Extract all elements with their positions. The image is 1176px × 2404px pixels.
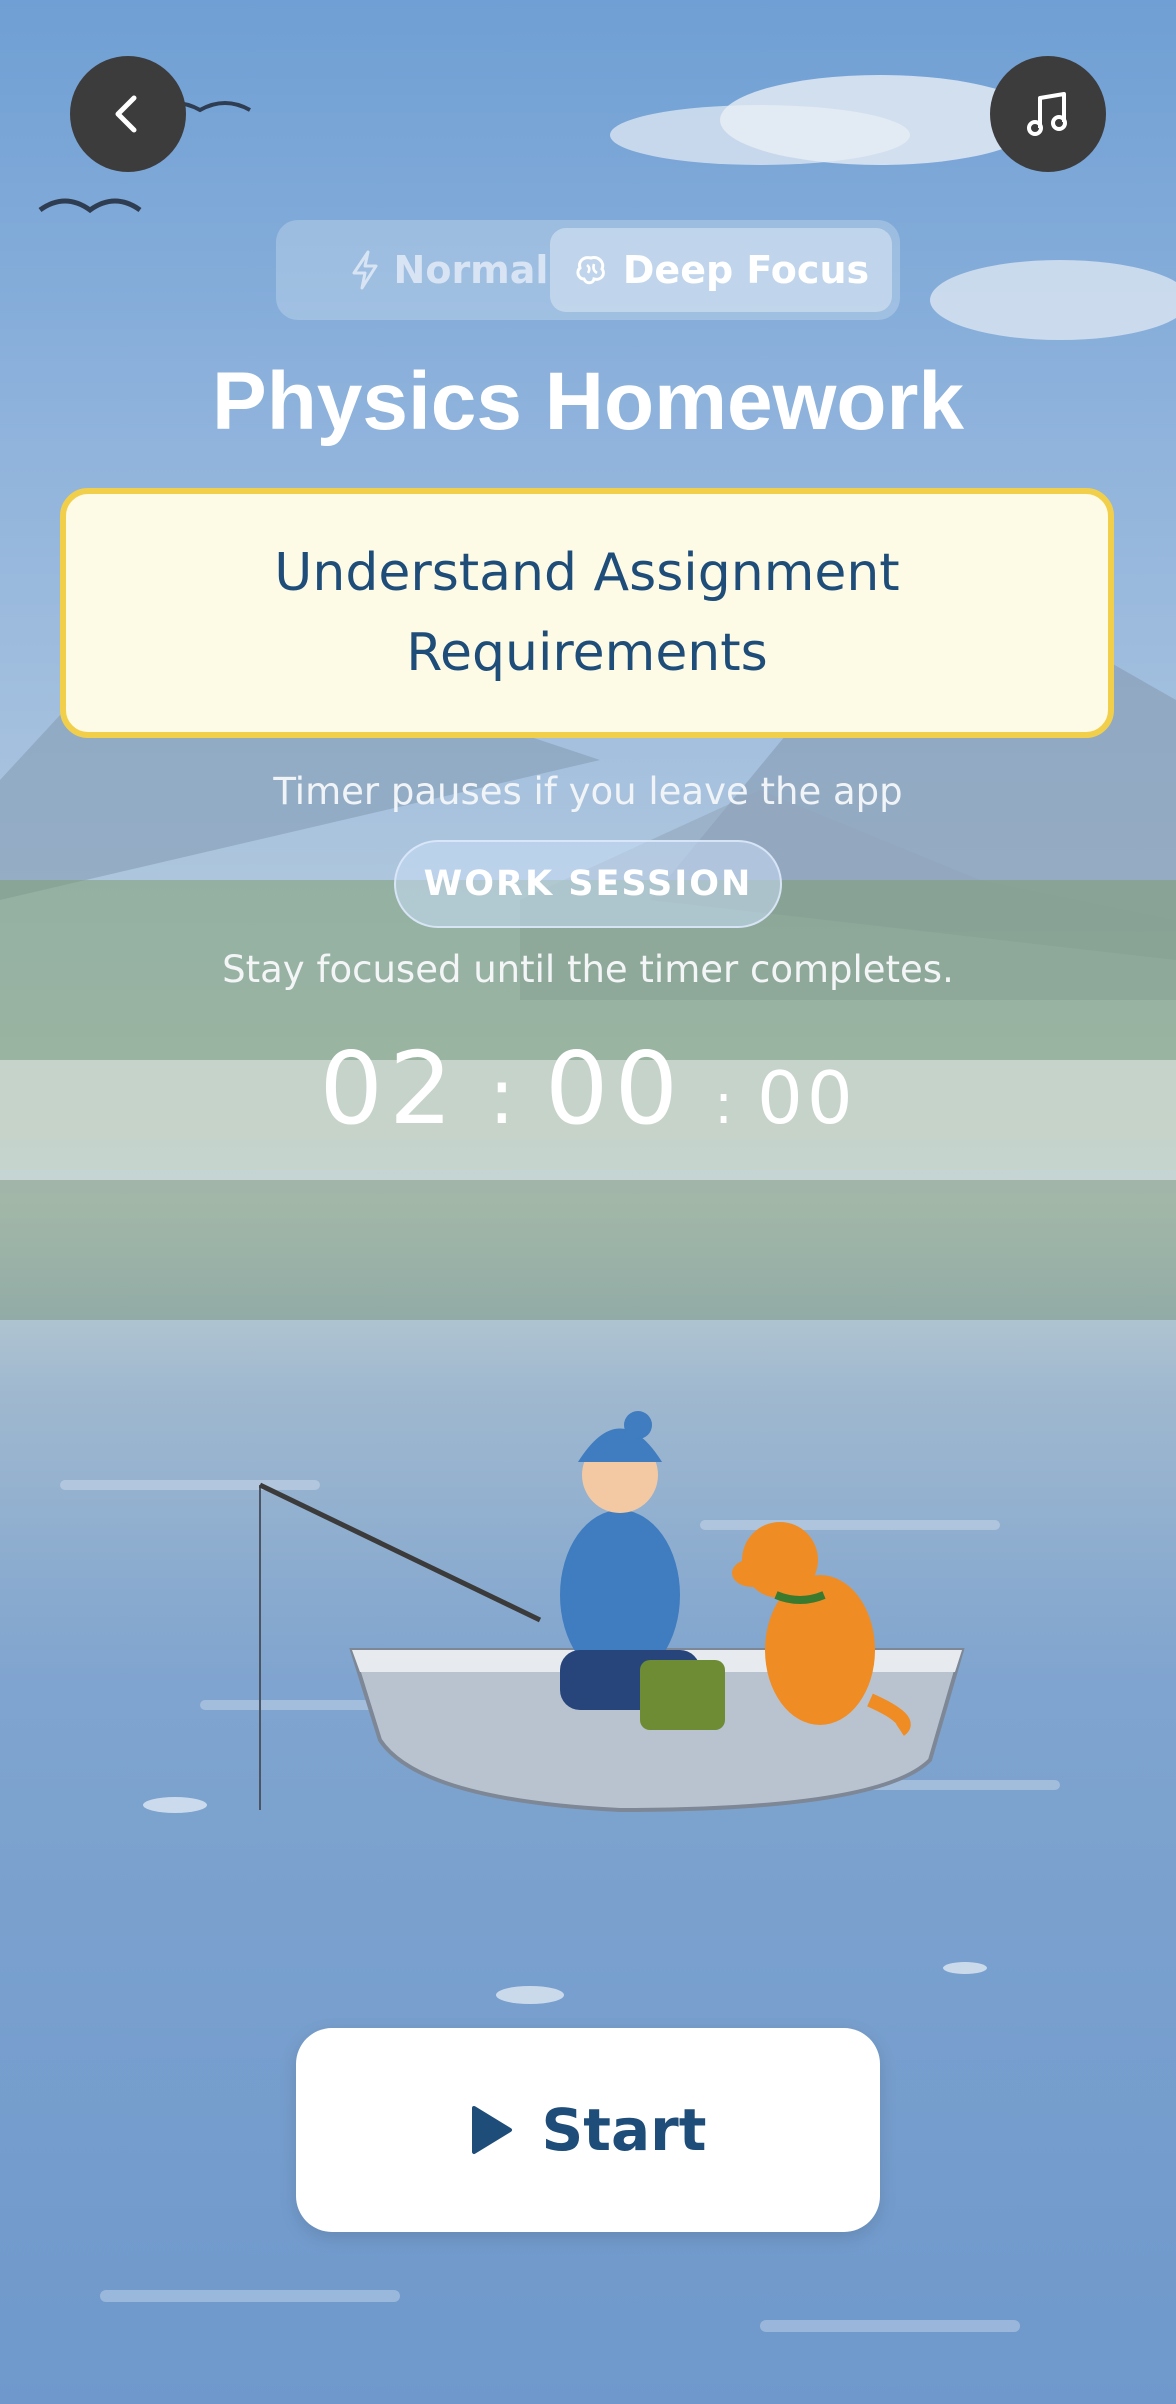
timer-minutes: 00 — [544, 1030, 685, 1147]
mode-option-deep-focus[interactable]: Deep Focus — [550, 228, 892, 312]
music-note-icon — [1027, 92, 1067, 136]
current-task-card: Understand Assignment Requirements — [60, 488, 1114, 738]
mode-toggle: Normal Deep Focus — [276, 220, 900, 320]
brain-icon — [576, 256, 605, 285]
back-button[interactable] — [70, 56, 186, 172]
chevron-left-icon — [115, 95, 137, 133]
start-button-label: Start — [541, 2096, 707, 2164]
mode-option-label: Normal — [393, 248, 549, 292]
mode-option-label: Deep Focus — [622, 248, 870, 292]
timer-separator: : — [488, 1052, 515, 1142]
bolt-icon — [352, 250, 378, 290]
timer-seconds: 00 — [757, 1056, 857, 1140]
pause-hint: Timer pauses if you leave the app — [273, 770, 903, 813]
start-button[interactable]: Start — [296, 2028, 880, 2232]
session-subtitle: Stay focused until the timer completes. — [222, 948, 954, 991]
play-icon — [471, 2106, 512, 2154]
music-button[interactable] — [990, 56, 1106, 172]
countdown-timer: 02 : 00 : 00 — [0, 1030, 1176, 1147]
focus-timer-screen: Normal Deep Focus Physics Homework Under… — [0, 0, 1176, 2404]
page-title: Physics Homework — [212, 356, 964, 447]
timer-hours: 02 — [319, 1030, 459, 1147]
timer-separator: : — [714, 1072, 734, 1137]
session-type-badge: WORK SESSION — [394, 840, 782, 928]
